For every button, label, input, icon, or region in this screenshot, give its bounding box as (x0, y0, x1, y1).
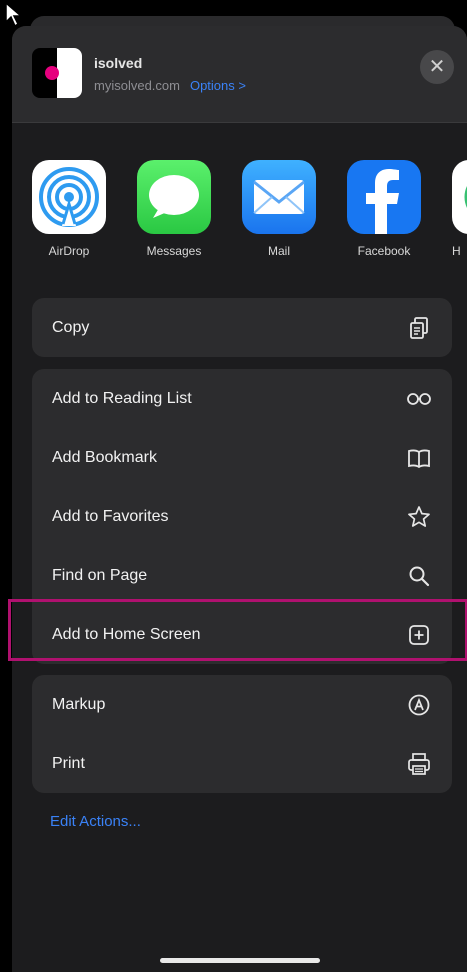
action-label: Copy (52, 318, 90, 336)
action-copy[interactable]: Copy (32, 298, 452, 357)
action-add-bookmark[interactable]: Add Bookmark (32, 428, 452, 487)
airdrop-icon (32, 160, 106, 234)
share-sheet: isolved myisolved.com Options > ✕ AirDrop (12, 26, 467, 972)
action-label: Add Bookmark (52, 448, 157, 466)
action-label: Add to Reading List (52, 389, 192, 407)
markup-print-group: Markup Print (32, 675, 452, 793)
share-label: Facebook (357, 244, 411, 258)
share-targets-row: AirDrop Messages Mail Facebook H (12, 160, 467, 280)
search-icon (406, 563, 432, 589)
share-label: AirDrop (48, 244, 90, 258)
share-facebook[interactable]: Facebook (347, 160, 421, 258)
share-header: isolved myisolved.com Options > ✕ (12, 26, 467, 123)
share-messages[interactable]: Messages (137, 160, 211, 258)
star-icon (406, 504, 432, 530)
app-domain: myisolved.com (94, 78, 180, 93)
glasses-icon (406, 386, 432, 412)
action-add-to-reading-list[interactable]: Add to Reading List (32, 369, 452, 428)
app-name: isolved (94, 55, 143, 71)
action-label: Markup (52, 695, 106, 713)
app-subtitle: myisolved.com Options > (94, 78, 246, 93)
markup-icon (406, 692, 432, 718)
action-label: Print (52, 754, 85, 772)
facebook-icon (347, 160, 421, 234)
share-label: H (452, 244, 461, 258)
share-partial-app[interactable]: H (452, 160, 467, 258)
close-button[interactable]: ✕ (420, 50, 454, 84)
share-label: Messages (146, 244, 202, 258)
action-markup[interactable]: Markup (32, 675, 452, 734)
copy-icon (406, 315, 432, 341)
action-label: Add to Favorites (52, 507, 169, 525)
highlight-box (8, 599, 467, 661)
share-airdrop[interactable]: AirDrop (32, 160, 106, 258)
copy-group: Copy (32, 298, 452, 357)
mail-icon (242, 160, 316, 234)
action-add-to-favorites[interactable]: Add to Favorites (32, 487, 452, 546)
share-label: Mail (267, 244, 290, 258)
home-indicator[interactable] (160, 958, 320, 963)
messages-icon (137, 160, 211, 234)
action-label: Find on Page (52, 566, 148, 584)
mouse-cursor-icon (5, 2, 24, 28)
printer-icon (406, 751, 432, 777)
book-icon (406, 445, 432, 471)
options-link[interactable]: Options > (190, 78, 246, 93)
partial-app-icon (452, 160, 467, 234)
action-print[interactable]: Print (32, 734, 452, 793)
edit-actions-link[interactable]: Edit Actions... (50, 813, 141, 830)
action-find-on-page[interactable]: Find on Page (32, 546, 452, 605)
isolved-app-icon (32, 48, 82, 98)
share-mail[interactable]: Mail (242, 160, 316, 258)
